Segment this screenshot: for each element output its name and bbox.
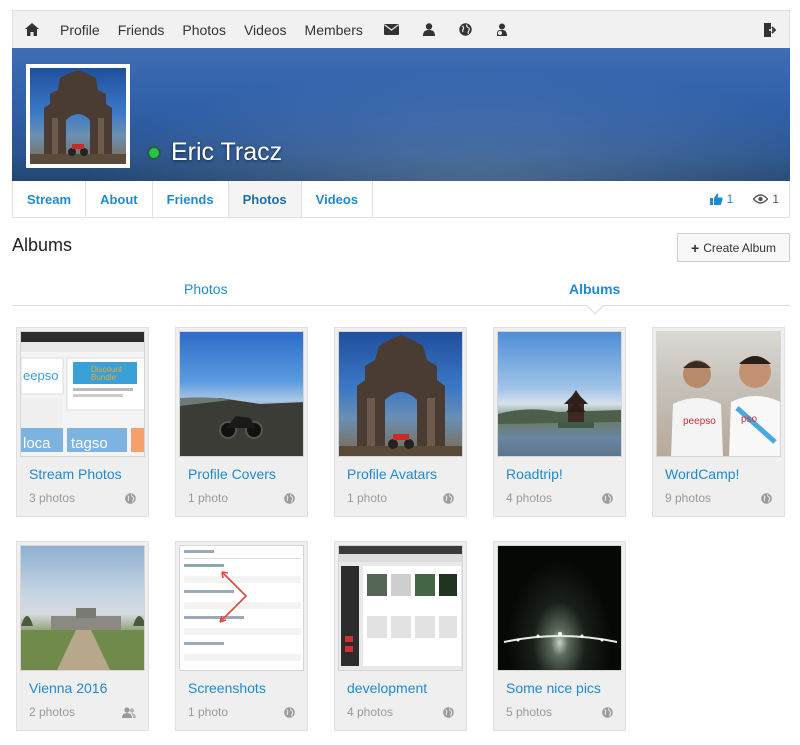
nav-profile[interactable]: Profile — [51, 11, 109, 49]
nav-photos[interactable]: Photos — [173, 11, 235, 49]
envelope-icon[interactable] — [372, 11, 411, 49]
plus-icon: + — [691, 239, 700, 256]
tab-friends[interactable]: Friends — [153, 181, 229, 217]
album-photo-count: 5 photos — [506, 705, 553, 719]
svg-text:tagso: tagso — [71, 435, 108, 452]
subtab-albums[interactable]: Albums — [569, 281, 620, 297]
subtab-photos[interactable]: Photos — [184, 281, 228, 297]
album-thumbnail — [338, 331, 463, 457]
album-thumbnail — [338, 545, 463, 671]
globe-icon — [602, 491, 613, 509]
album-photo-count: 3 photos — [29, 491, 76, 505]
globe-icon — [602, 705, 613, 723]
album-thumbnail — [497, 545, 622, 671]
album-card[interactable]: peepso pso WordCamp! 9 photos — [652, 327, 785, 517]
tab-about[interactable]: About — [86, 181, 153, 217]
home-icon[interactable] — [13, 11, 51, 49]
album-photo-count: 2 photos — [29, 705, 76, 719]
likes-count: 1 — [726, 192, 734, 206]
album-thumbnail — [497, 331, 622, 457]
album-name[interactable]: Stream Photos — [29, 466, 122, 482]
globe-icon — [443, 491, 454, 509]
tab-stream[interactable]: Stream — [13, 181, 87, 217]
thumbs-up-icon — [709, 193, 723, 205]
svg-text:pso: pso — [741, 414, 758, 425]
album-name[interactable]: Profile Avatars — [347, 466, 437, 482]
likes-counter[interactable]: 1 — [700, 181, 744, 217]
album-photo-count: 1 photo — [347, 491, 388, 505]
svg-text:loca: loca — [23, 435, 51, 452]
album-photo-count: 4 photos — [347, 705, 394, 719]
album-thumbnail — [20, 545, 145, 671]
nav-members[interactable]: Members — [296, 11, 372, 49]
profile-name: Eric Tracz — [171, 138, 283, 166]
user-plus-icon[interactable] — [484, 11, 522, 49]
album-name[interactable]: Some nice pics — [506, 680, 601, 696]
album-name[interactable]: WordCamp! — [665, 466, 739, 482]
profile-cover: Eric Tracz — [12, 48, 790, 181]
globe-icon — [125, 491, 136, 509]
create-album-button[interactable]: + Create Album — [677, 233, 790, 262]
globe-icon — [284, 705, 295, 723]
album-card[interactable]: Screenshots 1 photo — [175, 541, 308, 731]
profile-avatar[interactable] — [26, 64, 130, 168]
page-title: Albums — [12, 235, 73, 255]
svg-text:peepso: peepso — [683, 416, 716, 427]
album-thumbnail: peepso pso — [656, 331, 781, 457]
globe-icon — [443, 705, 454, 723]
sign-out-icon[interactable] — [751, 11, 789, 49]
album-card[interactable]: Profile Covers 1 photo — [175, 327, 308, 517]
create-album-label: Create Album — [703, 240, 776, 255]
album-card[interactable]: eepso Discount Bundle loca tagso Stream … — [16, 327, 149, 517]
album-card[interactable]: Some nice pics 5 photos — [493, 541, 626, 731]
views-count: 1 — [772, 192, 779, 206]
eye-icon — [753, 194, 769, 204]
album-photo-count: 4 photos — [506, 491, 553, 505]
user-icon[interactable] — [411, 11, 447, 49]
svg-text:eepso: eepso — [23, 368, 58, 383]
tab-photos[interactable]: Photos — [228, 181, 302, 217]
album-card[interactable]: Profile Avatars 1 photo — [334, 327, 467, 517]
album-name[interactable]: Roadtrip! — [506, 466, 563, 482]
svg-text:Bundle: Bundle — [91, 373, 116, 382]
nav-videos[interactable]: Videos — [235, 11, 296, 49]
album-name[interactable]: Vienna 2016 — [29, 680, 107, 696]
profile-tabs: Stream About Friends Photos Videos 1 1 — [12, 181, 790, 218]
views-counter: 1 — [743, 181, 789, 217]
avatar-image — [30, 68, 126, 164]
album-thumbnail — [179, 331, 304, 457]
album-card[interactable]: Roadtrip! 4 photos — [493, 327, 626, 517]
photos-subtabs: Photos Albums — [12, 278, 790, 315]
album-name[interactable]: development — [347, 680, 427, 696]
album-thumbnail — [179, 545, 304, 671]
nav-friends[interactable]: Friends — [109, 11, 174, 49]
album-card[interactable]: development 4 photos — [334, 541, 467, 731]
tab-videos[interactable]: Videos — [302, 181, 374, 217]
album-photo-count: 1 photo — [188, 705, 229, 719]
online-status-indicator — [147, 146, 161, 160]
album-name[interactable]: Screenshots — [188, 680, 266, 696]
album-name[interactable]: Profile Covers — [188, 466, 276, 482]
friends-icon — [122, 705, 136, 723]
album-photo-count: 9 photos — [665, 491, 712, 505]
album-photo-count: 1 photo — [188, 491, 229, 505]
top-navigation: Profile Friends Photos Videos Members — [12, 10, 790, 48]
album-card[interactable]: Vienna 2016 2 photos — [16, 541, 149, 731]
globe-icon[interactable] — [447, 11, 484, 49]
active-tab-caret — [586, 297, 604, 315]
globe-icon — [284, 491, 295, 509]
album-thumbnail: eepso Discount Bundle loca tagso — [20, 331, 145, 457]
globe-icon — [761, 491, 772, 509]
